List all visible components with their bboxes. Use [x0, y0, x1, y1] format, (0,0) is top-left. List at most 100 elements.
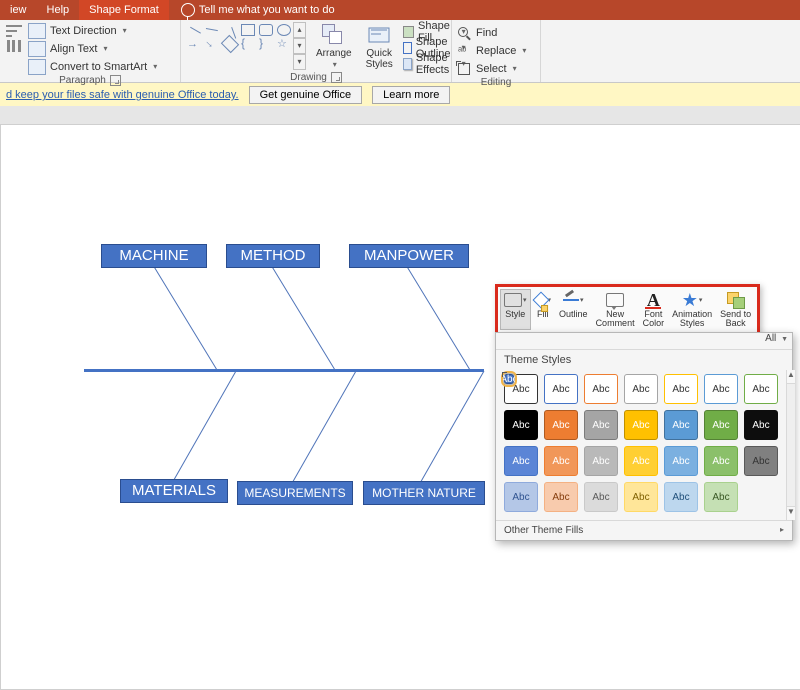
shape-rectangle-icon[interactable] — [241, 24, 255, 36]
replace-button[interactable]: ᵃᵇReplace▾ — [458, 42, 526, 59]
theme-style-swatch[interactable]: Abc — [584, 482, 618, 512]
tab-view-partial[interactable]: iew — [0, 0, 37, 20]
gallery-all-dropdown[interactable]: All ▼ — [496, 333, 792, 350]
mini-new-comment-button[interactable]: New Comment — [592, 289, 639, 330]
theme-style-swatch[interactable]: Abc — [504, 374, 514, 384]
mini-style-button[interactable]: ▾ Style — [500, 289, 531, 330]
convert-smartart-button[interactable]: Convert to SmartArt▾ — [28, 58, 157, 75]
find-button[interactable]: Find — [458, 24, 526, 41]
find-icon — [458, 27, 472, 39]
theme-style-swatch[interactable]: Abc — [704, 482, 738, 512]
tell-me-label: Tell me what you want to do — [199, 4, 335, 16]
theme-style-swatch[interactable]: Abc — [504, 446, 538, 476]
shape-roundrect-icon[interactable] — [259, 24, 273, 36]
gallery-scrollbar[interactable]: ▲ ▼ — [786, 370, 795, 520]
shape-star-icon[interactable] — [277, 38, 289, 48]
group-drawing: ▴ ▾ ▾ Arrange▾ Quick Styles Shape Fill▾ … — [181, 20, 452, 82]
label-materials[interactable]: MATERIALS — [120, 479, 228, 503]
label-mother-nature[interactable]: MOTHER NATURE — [363, 481, 485, 505]
theme-style-swatch[interactable]: Abc — [704, 410, 738, 440]
mini-fill-button[interactable]: ▾ Fill — [531, 289, 556, 330]
align-text-icon — [28, 41, 46, 57]
scroll-down-icon[interactable]: ▼ — [787, 506, 795, 520]
shape-mini-toolbar: ▾ Style ▾ Fill ▾ Outline New Comment A F… — [495, 284, 760, 335]
theme-style-swatch[interactable]: Abc — [624, 446, 658, 476]
theme-style-swatch[interactable]: Abc — [744, 446, 778, 476]
theme-style-swatch[interactable]: Abc — [544, 374, 578, 404]
theme-style-swatch[interactable]: Abc — [664, 482, 698, 512]
shape-brace-left-icon[interactable] — [241, 38, 253, 48]
mini-outline-button[interactable]: ▾ Outline — [555, 289, 592, 330]
group-label-paragraph: Paragraph — [59, 75, 106, 86]
shape-brace-right-icon[interactable] — [259, 38, 271, 48]
label-measurements[interactable]: MEASUREMENTS — [237, 481, 353, 505]
chevron-right-icon: ▸ — [780, 525, 784, 536]
text-direction-icon — [28, 23, 46, 39]
theme-style-swatch[interactable]: Abc — [504, 410, 538, 440]
theme-style-swatch[interactable]: Abc — [664, 446, 698, 476]
banner-link[interactable]: d keep your files safe with genuine Offi… — [6, 89, 239, 101]
theme-style-swatch[interactable]: Abc — [744, 410, 778, 440]
theme-style-swatch[interactable]: Abc — [664, 374, 698, 404]
scroll-up-icon[interactable]: ▲ — [787, 370, 795, 384]
tell-me-search[interactable]: Tell me what you want to do — [169, 3, 335, 17]
group-paragraph: Text Direction▾ Align Text▾ Convert to S… — [0, 20, 181, 82]
columns-icon[interactable] — [6, 40, 22, 54]
theme-style-swatch[interactable]: Abc — [744, 374, 778, 404]
smartart-icon — [28, 59, 46, 75]
lightbulb-icon — [181, 3, 195, 17]
tab-shape-format[interactable]: Shape Format — [79, 0, 169, 20]
fill-icon — [532, 292, 549, 309]
theme-style-swatch[interactable]: Abc — [624, 482, 658, 512]
mini-send-to-back-button[interactable]: Send to Back — [716, 289, 755, 330]
slide-canvas[interactable]: MACHINE METHOD MANPOWER MATERIALS MEASUR… — [0, 124, 800, 690]
workspace: MACHINE METHOD MANPOWER MATERIALS MEASUR… — [0, 106, 800, 688]
get-genuine-office-button[interactable]: Get genuine Office — [249, 86, 363, 104]
theme-style-swatch[interactable]: Abc — [544, 446, 578, 476]
theme-style-swatch[interactable]: Abc — [704, 374, 738, 404]
ribbon-tabstrip: iew Help Shape Format Tell me what you w… — [0, 0, 800, 20]
bullets-icon[interactable] — [6, 24, 22, 38]
shape-oval-icon[interactable] — [277, 24, 291, 36]
theme-style-swatch[interactable]: Abc — [624, 374, 658, 404]
shape-outline-icon — [403, 42, 412, 54]
shapes-gallery-scroll[interactable]: ▴ ▾ ▾ — [293, 22, 306, 70]
gallery-up-icon[interactable]: ▴ — [293, 22, 306, 38]
send-to-back-icon — [727, 292, 745, 308]
shape-fill-icon — [403, 26, 414, 38]
theme-style-swatch[interactable]: Abc — [544, 410, 578, 440]
arrange-button[interactable]: Arrange▾ — [312, 22, 356, 72]
theme-style-swatch[interactable]: Abc — [664, 410, 698, 440]
text-direction-button[interactable]: Text Direction▾ — [28, 22, 157, 39]
arrange-icon — [322, 24, 346, 48]
fishbone-spine[interactable] — [84, 369, 484, 372]
tab-help[interactable]: Help — [37, 0, 80, 20]
label-manpower[interactable]: MANPOWER — [349, 244, 469, 268]
theme-style-swatch[interactable]: Abc — [584, 410, 618, 440]
paragraph-dialog-launcher[interactable] — [110, 75, 121, 86]
paragraph-bullet-icons[interactable] — [6, 22, 22, 54]
mini-animation-styles-button[interactable]: ★▾ Animation Styles — [668, 289, 716, 330]
other-theme-fills-button[interactable]: Other Theme Fills ▸ — [496, 520, 792, 540]
mini-font-color-button[interactable]: A Font Color — [639, 289, 669, 330]
quick-styles-button[interactable]: Quick Styles — [362, 22, 397, 72]
theme-style-swatch[interactable]: Abc — [544, 482, 578, 512]
label-machine[interactable]: MACHINE — [101, 244, 207, 268]
theme-style-swatch[interactable]: Abc — [624, 410, 658, 440]
learn-more-button[interactable]: Learn more — [372, 86, 450, 104]
drawing-dialog-launcher[interactable] — [331, 72, 342, 83]
select-button[interactable]: Select▾ — [458, 60, 526, 77]
gallery-down-icon[interactable]: ▾ — [293, 38, 306, 54]
label-method[interactable]: METHOD — [226, 244, 320, 268]
gallery-header: Theme Styles — [496, 350, 792, 370]
theme-style-swatch[interactable]: Abc — [704, 446, 738, 476]
group-label-drawing: Drawing — [290, 72, 327, 83]
theme-style-swatch[interactable]: Abc — [584, 374, 618, 404]
theme-style-swatch[interactable]: Abc — [584, 446, 618, 476]
theme-styles-panel: All ▼ Theme Styles AbcAbcAbcAbcAbcAbcAbc… — [495, 332, 793, 541]
shapes-gallery[interactable] — [187, 22, 291, 70]
gallery-more-icon[interactable]: ▾ — [293, 54, 306, 70]
select-icon — [458, 63, 472, 75]
theme-style-swatch[interactable]: Abc — [504, 482, 538, 512]
align-text-button[interactable]: Align Text▾ — [28, 40, 157, 57]
